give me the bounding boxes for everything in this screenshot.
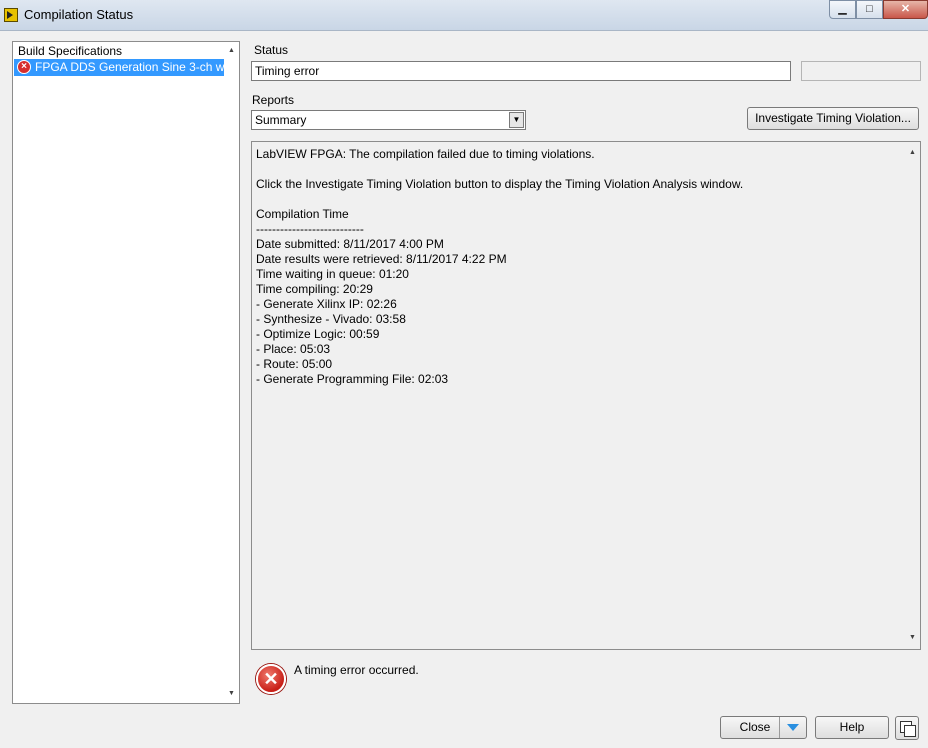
report-line: - Generate Xilinx IP: 02:26 <box>256 297 397 311</box>
report-scrollbar[interactable]: ▲ ▼ <box>905 142 920 649</box>
investigate-timing-violation-button[interactable]: Investigate Timing Violation... <box>747 107 919 130</box>
title-bar: Compilation Status ▁ □ ✕ <box>0 0 928 31</box>
reports-select[interactable]: Summary ▼ <box>251 110 526 130</box>
report-line: Date results were retrieved: 8/11/2017 4… <box>256 252 507 266</box>
report-line: Time waiting in queue: 01:20 <box>256 267 409 281</box>
report-line: Time compiling: 20:29 <box>256 282 373 296</box>
scroll-up-arrow-icon[interactable]: ▲ <box>905 146 920 160</box>
window-title: Compilation Status <box>24 7 134 22</box>
maximize-button[interactable]: □ <box>856 0 883 19</box>
report-line: Click the Investigate Timing Violation b… <box>256 177 744 191</box>
report-line <box>256 162 896 177</box>
report-line: LabVIEW FPGA: The compilation failed due… <box>256 147 595 161</box>
error-message: A timing error occurred. <box>294 663 419 677</box>
error-icon: ✕ <box>256 664 286 694</box>
scroll-up-arrow-icon[interactable]: ▲ <box>224 44 239 58</box>
close-button[interactable]: Close <box>720 716 807 739</box>
report-line: - Place: 05:03 <box>256 342 331 356</box>
chevron-down-icon[interactable]: ▼ <box>509 112 524 128</box>
report-line: - Generate Programming File: 02:03 <box>256 372 449 386</box>
labview-fpga-icon <box>4 8 18 22</box>
report-line: Date submitted: 8/11/2017 4:00 PM <box>256 237 444 251</box>
error-icon: × <box>17 60 31 74</box>
report-line: Compilation Time <box>256 207 349 221</box>
build-spec-item[interactable]: × FPGA DDS Generation Sine 3-ch wit <box>14 59 224 76</box>
status-label: Status <box>254 43 289 57</box>
scroll-down-arrow-icon[interactable]: ▼ <box>224 687 239 701</box>
help-button[interactable]: Help <box>815 716 889 739</box>
status-secondary-field <box>801 61 921 81</box>
context-help-button[interactable] <box>895 716 919 740</box>
reports-label: Reports <box>252 93 295 107</box>
report-lines: LabVIEW FPGA: The compilation failed due… <box>256 147 896 387</box>
report-line: --------------------------- <box>256 222 364 236</box>
build-specifications-header: Build Specifications <box>18 44 123 58</box>
report-text-area: LabVIEW FPGA: The compilation failed due… <box>251 141 921 650</box>
build-spec-item-label: FPGA DDS Generation Sine 3-ch wit <box>35 60 224 74</box>
report-line: - Route: 05:00 <box>256 357 333 371</box>
minimize-button[interactable]: ▁ <box>829 0 856 19</box>
build-specifications-list: Build Specifications × FPGA DDS Generati… <box>12 41 240 704</box>
report-line <box>256 192 896 207</box>
window-close-button[interactable]: ✕ <box>883 0 928 19</box>
list-scrollbar[interactable]: ▲ ▼ <box>224 42 239 703</box>
window-icon <box>904 725 916 737</box>
reports-select-value: Summary <box>255 113 307 127</box>
report-line: - Optimize Logic: 00:59 <box>256 327 380 341</box>
status-field: Timing error <box>251 61 791 81</box>
scroll-down-arrow-icon[interactable]: ▼ <box>905 631 920 645</box>
chevron-down-icon[interactable] <box>779 717 806 738</box>
report-line: - Synthesize - Vivado: 03:58 <box>256 312 406 326</box>
